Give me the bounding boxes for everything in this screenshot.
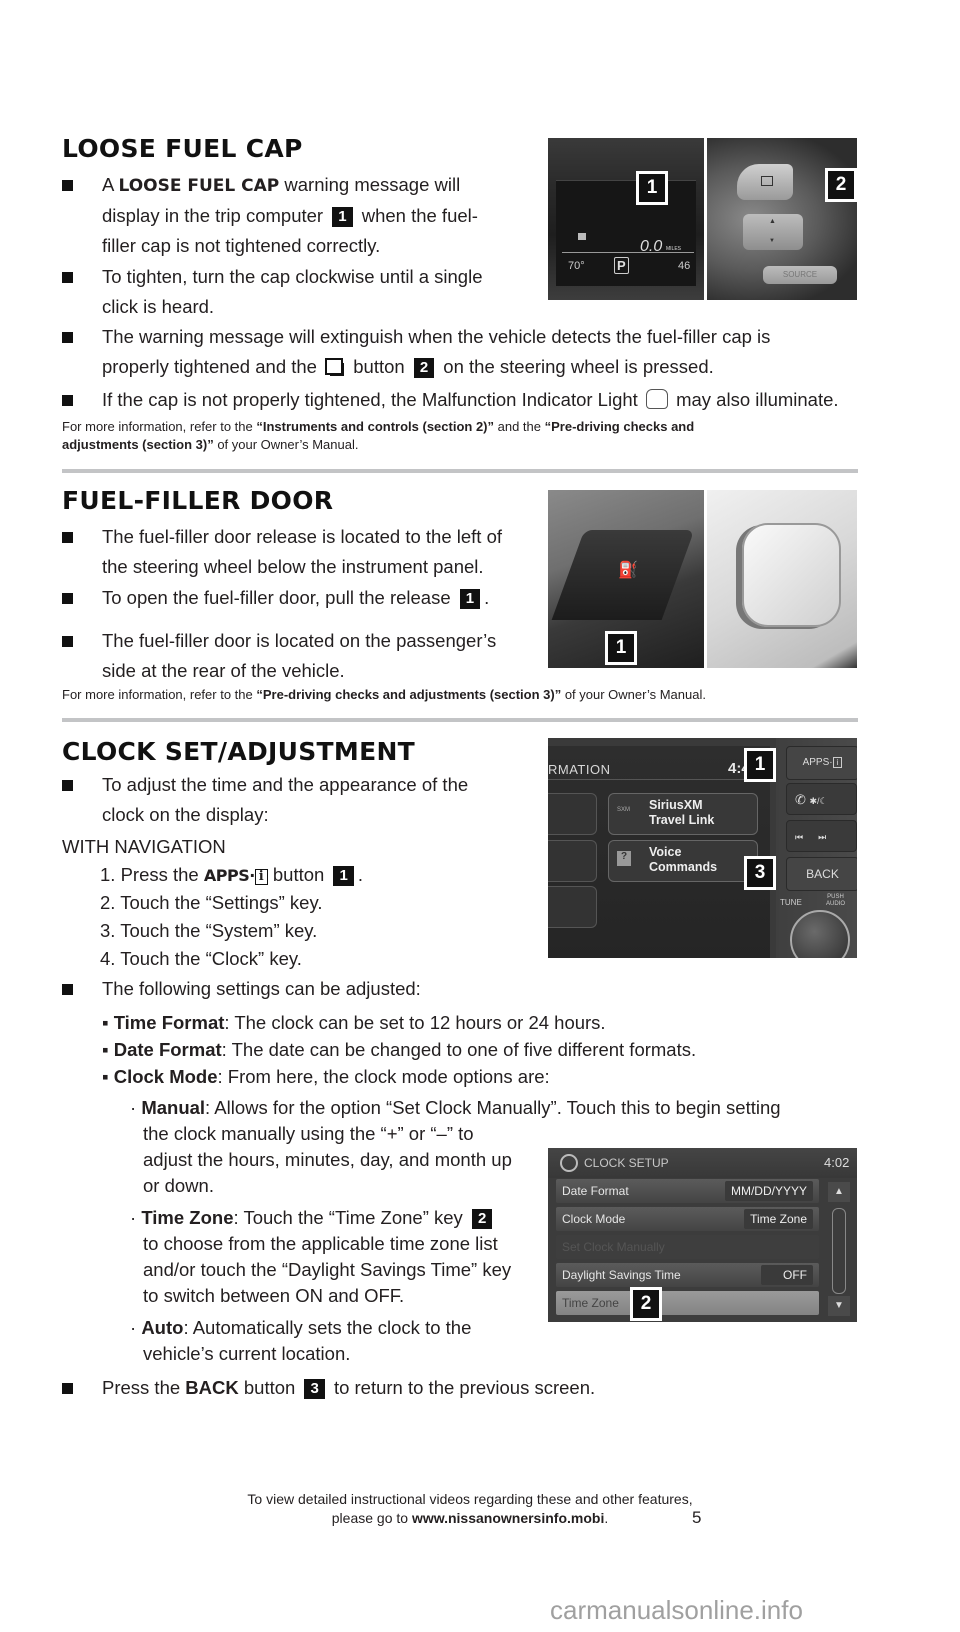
bullet-square-icon bbox=[62, 780, 73, 791]
infotainment-screen-photo: RMATION 4:48 SXM SiriusXMTravel Link ? V… bbox=[548, 738, 857, 958]
callout-1: 1 bbox=[332, 207, 353, 227]
steering-wheel-photo: ▲ ▼ SOURCE 2 bbox=[707, 138, 857, 300]
voice-commands-tile[interactable]: ? Voice Commands bbox=[608, 840, 758, 882]
bullet-square-icon bbox=[62, 532, 73, 543]
bullet-door-location: The fuel-filler door is located on the p… bbox=[62, 626, 542, 686]
reference-note-fuel-filler-door: For more information, refer to the “Pre-… bbox=[62, 687, 706, 702]
step-3: 3. Touch the “System” key. bbox=[100, 920, 318, 941]
step-4: 4. Touch the “Clock” key. bbox=[100, 948, 302, 969]
setting-time-format: ▪ Time Format: The clock can be set to 1… bbox=[102, 1012, 606, 1033]
footer-note: To view detailed instructional videos re… bbox=[247, 1491, 693, 1526]
bullet-square-icon bbox=[62, 332, 73, 343]
callout-1: 1 bbox=[459, 589, 481, 609]
bullet-square-icon bbox=[62, 180, 73, 191]
bullet-square-icon bbox=[62, 272, 73, 283]
callout-2: 2 bbox=[471, 1209, 493, 1229]
setting-date-format: ▪ Date Format: The date can be changed t… bbox=[102, 1039, 697, 1060]
section-title-fuel-filler-door: FUEL-FILLER DOOR bbox=[62, 486, 334, 515]
mode-auto-line2: vehicle’s current location. bbox=[143, 1343, 351, 1364]
bullet-square-icon bbox=[62, 984, 73, 995]
callout-1: 1 bbox=[636, 171, 668, 205]
mode-auto: · Auto: Automatically sets the clock to … bbox=[130, 1317, 472, 1338]
track-skip-buttons[interactable]: ⏮ ⏭ bbox=[786, 820, 857, 852]
step-1: 1. Press the APPS· i button 1. bbox=[100, 864, 363, 886]
trip-computer-photo: 0.0 MILES 70° P 46 1 bbox=[548, 138, 704, 300]
section-title-clock: CLOCK SET/ADJUSTMENT bbox=[62, 737, 416, 766]
bullet-clock-intro: To adjust the time and the appearance of… bbox=[62, 770, 542, 830]
apps-button-label: APPS· bbox=[203, 866, 255, 885]
mode-manual-line2: the clock manually using the “+” or “–” … bbox=[143, 1123, 474, 1144]
mode-manual-line3: adjust the hours, minutes, day, and mont… bbox=[143, 1149, 512, 1170]
section-title-loose-fuel-cap: LOOSE FUEL CAP bbox=[62, 134, 303, 163]
date-format-row[interactable]: Date Format MM/DD/YYYY bbox=[556, 1179, 819, 1203]
callout-3: 3 bbox=[744, 856, 776, 890]
mode-manual: · Manual: Allows for the option “Set Clo… bbox=[130, 1097, 781, 1118]
callout-1: 1 bbox=[744, 748, 776, 782]
fuel-filler-door-photo bbox=[707, 490, 857, 668]
bullet-open-door: To open the fuel-filler door, pull the r… bbox=[62, 583, 542, 613]
bullet-square-icon bbox=[62, 636, 73, 647]
bullet-loose-fuel-cap-message: A LOOSE FUEL CAP warning message will di… bbox=[62, 170, 532, 261]
time-zone-row[interactable]: Time Zone bbox=[556, 1291, 819, 1315]
info-icon: i bbox=[254, 869, 268, 885]
mode-manual-line4: or down. bbox=[143, 1175, 214, 1196]
mode-time-zone-line2: to choose from the applicable time zone … bbox=[143, 1233, 498, 1254]
scrollbar[interactable] bbox=[832, 1208, 846, 1294]
bullet-square-icon bbox=[62, 395, 73, 406]
clock-setup-screen-photo: CLOCK SETUP 4:02 Date Format MM/DD/YYYY C… bbox=[548, 1148, 857, 1322]
callout-1: 1 bbox=[605, 631, 637, 665]
voice-help-icon: ? bbox=[617, 851, 631, 866]
mode-time-zone-line3: and/or touch the “Daylight Savings Time”… bbox=[143, 1259, 512, 1280]
setting-clock-mode: ▪ Clock Mode: From here, the clock mode … bbox=[102, 1066, 550, 1087]
set-clock-manually-row: Set Clock Manually bbox=[556, 1235, 819, 1259]
step-2: 2. Touch the “Settings” key. bbox=[100, 892, 323, 913]
mode-time-zone: · Time Zone: Touch the “Time Zone” key 2 bbox=[130, 1205, 496, 1231]
callout-1: 1 bbox=[333, 866, 354, 886]
scroll-up-button[interactable]: ▲ bbox=[828, 1182, 850, 1202]
scroll-down-button[interactable]: ▼ bbox=[828, 1296, 850, 1316]
section-divider bbox=[62, 469, 858, 473]
section-divider bbox=[62, 718, 858, 722]
owners-info-link[interactable]: www.nissanownersinfo.mobi bbox=[412, 1510, 604, 1526]
reference-note-loose-fuel-cap: For more information, refer to the “Inst… bbox=[62, 419, 695, 452]
settings-gear-icon bbox=[560, 1154, 578, 1172]
bullet-malfunction-light: If the cap is not properly tightened, th… bbox=[62, 385, 882, 415]
callout-2: 2 bbox=[630, 1287, 662, 1321]
callout-3: 3 bbox=[304, 1379, 325, 1399]
mode-time-zone-line4: to switch between ON and OFF. bbox=[143, 1285, 405, 1306]
watermark: carmanualsonline.info bbox=[550, 1595, 803, 1625]
bullet-tighten-cap: To tighten, turn the cap clockwise until… bbox=[62, 262, 532, 322]
bullet-settings-intro: The following settings can be adjusted: bbox=[62, 974, 762, 1004]
page-number: 5 bbox=[692, 1508, 702, 1527]
daylight-savings-row[interactable]: Daylight Savings Time OFF bbox=[556, 1263, 819, 1287]
back-hardware-button[interactable]: BACK bbox=[786, 857, 857, 891]
siriusxm-travel-link-tile[interactable]: SXM SiriusXM Travel Link bbox=[608, 793, 758, 835]
bullet-warning-extinguish: The warning message will extinguish when… bbox=[62, 322, 862, 382]
engine-malfunction-icon bbox=[645, 389, 668, 409]
bullet-release-location: The fuel-filler door release is located … bbox=[62, 522, 542, 582]
apps-hardware-button[interactable]: APPS· i bbox=[786, 746, 857, 780]
bullet-back-button: Press the BACK button 3 to return to the… bbox=[62, 1373, 862, 1403]
bullet-square-icon bbox=[62, 593, 73, 604]
callout-2: 2 bbox=[825, 168, 857, 202]
phone-button[interactable]: ✆ ✱/☾ bbox=[786, 783, 857, 815]
park-gear-indicator: P bbox=[614, 257, 629, 274]
clock-mode-row[interactable]: Clock Mode Time Zone bbox=[556, 1207, 819, 1231]
fuel-door-release-photo: ⛽ 1 bbox=[548, 490, 704, 668]
with-navigation-label: WITH NAVIGATION bbox=[62, 836, 226, 857]
display-button-icon bbox=[325, 358, 345, 376]
fuel-pump-icon: ⛽ bbox=[618, 562, 638, 579]
bullet-square-icon bbox=[62, 1383, 73, 1394]
callout-2: 2 bbox=[413, 358, 435, 378]
